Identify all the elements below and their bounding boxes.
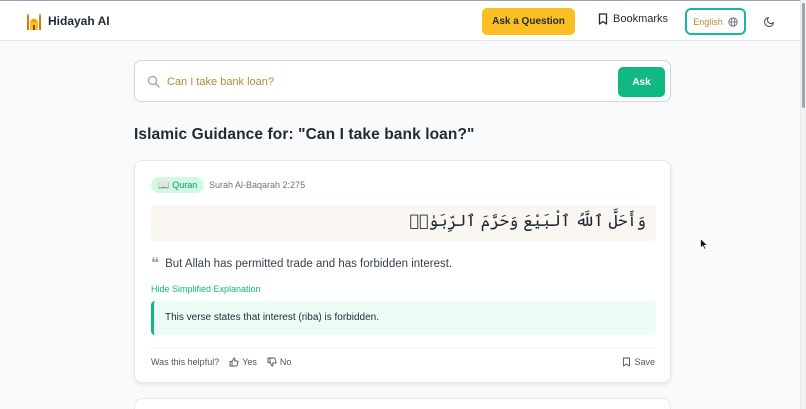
explanation-box: This verse states that interest (riba) i… [151,301,656,335]
language-label: English [693,16,723,27]
moon-icon[interactable] [764,15,776,27]
feedback-row: Was this helpful? Yes No [151,357,291,367]
book-icon: 📖 [158,179,170,190]
yes-label: Yes [242,357,257,367]
page-scrollbar[interactable] [800,0,806,409]
bookmark-icon [598,13,608,25]
translation-row: ❝ But Allah has permitted trade and has … [151,256,452,271]
thumbs-up-icon [229,357,239,367]
helpful-yes-button[interactable]: Yes [229,357,257,367]
brand-name: Hidayah AI [48,14,110,28]
no-label: No [279,357,292,367]
bookmarks-link[interactable]: Bookmarks [598,13,668,25]
bookmarks-label: Bookmarks [613,13,669,25]
source-badge-label: Quran [172,180,198,190]
search-ask-button[interactable]: Ask [618,67,665,97]
page-title: Islamic Guidance for: "Can I take bank l… [134,126,475,143]
bookmark-icon [623,357,631,367]
globe-icon [728,16,738,27]
save-button[interactable]: Save [622,357,655,367]
helpful-no-button[interactable]: No [267,357,292,367]
search-input[interactable] [167,72,607,92]
search-icon [147,75,160,88]
result-card: 📖 Quran Surah Al-Baqarah 2:275 وَأَحَلَّ… [134,160,671,383]
brand-logo[interactable]: Hidayah AI [26,12,110,30]
quote-icon: ❝ [151,254,160,272]
scrollbar-thumb[interactable] [802,3,805,108]
mosque-icon [27,13,41,30]
helpful-label: Was this helpful? [151,357,220,367]
arabic-verse-box: وَأَحَلَّ ٱللَّهُ ٱلْبَيْعَ وَحَرَّمَ ٱل… [151,205,656,241]
top-navbar: Hidayah AI Ask a Question Bookmarks Engl… [0,0,806,41]
explanation-text: This verse states that interest (riba) i… [165,312,379,323]
verse-translation: But Allah has permitted trade and has fo… [165,257,453,270]
save-label: Save [634,357,655,367]
ask-question-button[interactable]: Ask a Question [482,8,575,35]
mouse-cursor-icon [700,238,708,250]
toggle-explanation-link[interactable]: Hide Simplified Explanation [151,284,261,294]
source-badge: 📖 Quran [151,177,205,193]
arabic-verse: وَأَحَلَّ ٱللَّهُ ٱلْبَيْعَ وَحَرَّمَ ٱل… [409,211,646,230]
search-bar: Ask [134,60,671,102]
next-result-card [134,398,671,409]
language-selector[interactable]: English [685,8,746,35]
thumbs-down-icon [267,357,277,367]
card-divider [151,347,656,348]
verse-reference: Surah Al-Baqarah 2:275 [209,180,306,190]
